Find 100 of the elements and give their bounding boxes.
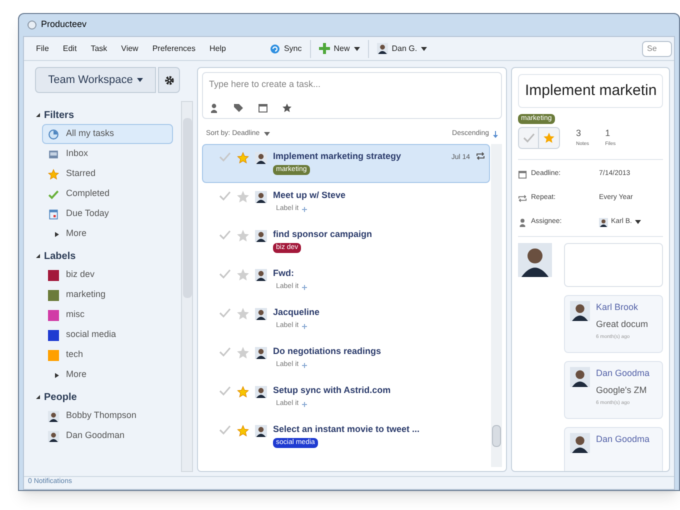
arrow-down-icon [493, 130, 498, 138]
star-icon[interactable] [237, 424, 249, 436]
inbox-icon [48, 148, 59, 160]
settings-button[interactable] [158, 67, 180, 93]
sidebar-item[interactable]: Inbox [42, 144, 173, 164]
plus-icon [302, 362, 307, 368]
sidebar-item[interactable]: misc [42, 305, 173, 325]
sidebar-item[interactable]: marketing [42, 285, 173, 305]
checkmark-icon[interactable] [219, 424, 231, 434]
task-input[interactable]: Type here to create a task... [209, 78, 495, 92]
star-icon[interactable] [237, 190, 249, 202]
task-title: Do negotiations readings [273, 344, 382, 358]
star-icon[interactable] [237, 308, 249, 320]
task-title: Setup sync with Astrid.com [273, 384, 392, 397]
star-icon [48, 168, 59, 180]
plus-icon [302, 206, 307, 212]
star-icon[interactable] [282, 103, 292, 113]
avatar-icon [255, 424, 267, 436]
menu-item[interactable]: View [121, 42, 138, 54]
menu-item[interactable]: Help [209, 42, 226, 54]
task-title: Jacqueline [273, 306, 321, 319]
tag-icon[interactable] [233, 103, 244, 113]
plus-icon [302, 402, 307, 407]
star-icon[interactable] [237, 230, 249, 242]
checkmark-icon[interactable] [219, 268, 231, 278]
scrollbar[interactable] [181, 101, 193, 472]
checkmark-icon[interactable] [219, 190, 231, 200]
star-icon[interactable] [237, 152, 249, 164]
triangle-icon [55, 372, 59, 378]
sidebar-item[interactable]: Dan Goodman [42, 426, 173, 446]
menu-item[interactable]: File [36, 42, 49, 54]
task-title: Select an instant movie to tweet ... [273, 422, 421, 436]
comment-input[interactable] [564, 243, 663, 287]
toolbar-button[interactable]: New [310, 40, 368, 58]
checkmark-icon[interactable] [219, 386, 231, 396]
star-icon[interactable] [237, 346, 249, 358]
avatar-icon [255, 268, 267, 280]
sidebar-item[interactable]: All my tasks [42, 124, 173, 144]
sidebar-item[interactable]: Bobby Thompson [42, 406, 173, 426]
section-header[interactable]: People [36, 388, 181, 406]
star-icon[interactable] [237, 386, 249, 398]
person-icon[interactable] [209, 103, 219, 113]
caret-icon [635, 220, 642, 224]
section-header[interactable]: Labels [36, 247, 181, 265]
more-button[interactable]: More [42, 224, 173, 244]
repeat-icon [518, 194, 527, 202]
toolbar-button[interactable]: Sync [262, 40, 310, 58]
section-header[interactable]: Filters [36, 106, 181, 124]
star-icon [543, 132, 555, 144]
calendar-icon[interactable] [258, 103, 268, 113]
sidebar-item[interactable]: biz dev [42, 265, 173, 285]
checkmark-icon[interactable] [219, 346, 231, 356]
avatar-icon [48, 430, 59, 442]
menu-item[interactable]: Task [90, 42, 108, 54]
task-input-field[interactable]: Type here to create a task... [202, 72, 502, 119]
avatar-icon [599, 218, 608, 226]
avatar-icon [570, 301, 590, 321]
task-title: Implement marketing strategy [273, 150, 402, 163]
task-title: Fwd: [273, 266, 295, 280]
avatar-icon [255, 152, 267, 164]
avatar-icon [255, 230, 267, 242]
checkmark-icon[interactable] [219, 308, 231, 318]
sidebar-item[interactable]: Completed [42, 184, 173, 204]
workspace-dropdown[interactable]: Team Workspace [35, 67, 156, 93]
avatar-icon [518, 243, 552, 277]
count: 1 [605, 127, 612, 140]
search-field[interactable]: Se [642, 40, 672, 56]
avatar-icon [255, 308, 267, 320]
calendar-icon [48, 208, 59, 220]
sidebar-item[interactable]: tech [42, 345, 173, 365]
person-icon [518, 218, 527, 226]
toolbar-button[interactable]: Dan G. [368, 40, 436, 58]
checkmark-icon[interactable] [219, 230, 231, 240]
triangle-icon [36, 395, 40, 399]
comment-text: Great docum [596, 318, 648, 330]
plus-icon [302, 324, 307, 329]
avatar-icon [255, 386, 267, 398]
calendar-icon [518, 170, 527, 178]
task-title: find sponsor campaign [273, 228, 374, 241]
comment-author: Karl Brook [596, 301, 640, 314]
sidebar-item[interactable]: Starred [42, 164, 173, 184]
count: 3 [576, 127, 582, 140]
sidebar-item[interactable]: social media [42, 325, 173, 345]
sync-icon [270, 44, 280, 54]
triangle-icon [36, 254, 40, 258]
menu-item[interactable]: Preferences [152, 42, 196, 54]
avatar-icon [376, 43, 388, 54]
sidebar-item[interactable]: Due Today [42, 204, 173, 224]
checkmark-icon[interactable] [219, 152, 231, 162]
avatar-icon [255, 346, 267, 358]
caret-icon [354, 46, 360, 50]
menu-item[interactable]: Edit [62, 42, 77, 54]
scrollbar[interactable] [491, 144, 502, 467]
comment-text: Google's ZM [596, 384, 648, 397]
triangle-icon [36, 113, 40, 117]
task-title: Meet up w/ Steve [273, 188, 347, 202]
avatar-icon [255, 190, 267, 202]
star-icon[interactable] [237, 268, 249, 280]
more-button[interactable]: More [42, 365, 173, 385]
comment-author: Dan Goodma [596, 367, 650, 380]
